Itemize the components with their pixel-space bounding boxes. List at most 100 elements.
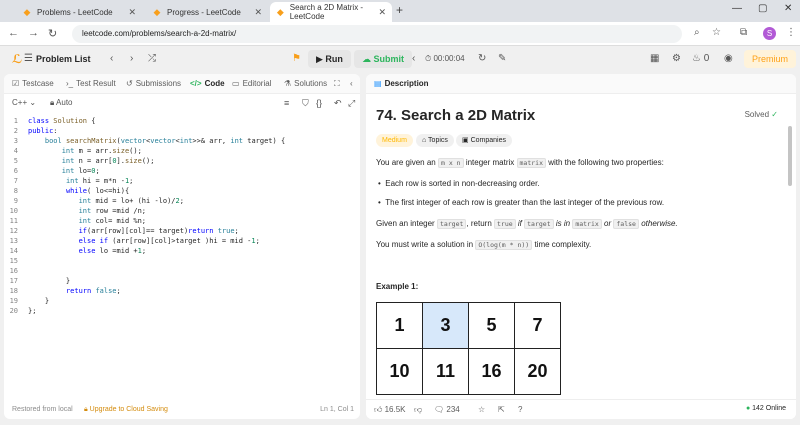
browser-tab-search-matrix[interactable]: ◆ Search a 2D Matrix - LeetCode ✕ <box>270 2 392 22</box>
code-line[interactable]: 20}; <box>4 306 360 316</box>
code-line[interactable]: 12 if(arr[row][col]== target)return true… <box>4 226 360 236</box>
language-select[interactable]: C++ ⌄ <box>12 98 36 107</box>
reset-timer-icon[interactable]: ↻ <box>478 53 486 64</box>
bookmark-star-icon[interactable]: ☆ <box>712 27 721 38</box>
dislike-button[interactable]: 👎︎ <box>414 405 422 415</box>
code-line[interactable]: 15 <box>4 256 360 266</box>
code-text: bool searchMatrix(vector<vector<int>>& a… <box>44 137 286 145</box>
description-panel: ▤ Description 74. Search a 2D Matrix Solv… <box>366 74 796 419</box>
settings-gear-icon[interactable]: ⚙ <box>672 53 681 64</box>
tab-testcase[interactable]: ☑ Testcase <box>12 79 54 88</box>
next-problem-icon[interactable]: › <box>130 53 133 64</box>
timer[interactable]: ⏱ 00:00:04 <box>425 54 465 64</box>
code-line[interactable]: 6 int lo=0; <box>4 166 360 176</box>
description-paragraph-1: You are given an m x n integer matrix ma… <box>376 158 664 168</box>
tab-solutions[interactable]: ⚗ Solutions <box>284 79 327 88</box>
debug-icon[interactable]: ⚑ <box>292 53 301 64</box>
code-line[interactable]: 4 int m = arr.size(); <box>4 146 360 156</box>
code-line[interactable]: 18 return false; <box>4 286 360 296</box>
user-avatar-icon[interactable]: ◉ <box>724 53 733 64</box>
close-window-icon[interactable]: ✕ <box>784 3 792 14</box>
leetcode-favicon-icon: ◆ <box>276 7 284 17</box>
minimize-icon[interactable]: — <box>732 3 742 14</box>
code-text: }; <box>28 307 37 315</box>
tab-submissions[interactable]: ↺ Submissions <box>126 79 181 88</box>
zoom-icon[interactable]: ⌕ <box>694 27 700 38</box>
maximize-icon[interactable]: ▢ <box>758 3 767 14</box>
help-icon[interactable]: ? <box>518 405 522 414</box>
expand-icon[interactable]: ⛶ <box>334 79 340 89</box>
extensions-icon[interactable]: ⧉ <box>740 27 747 38</box>
auto-mode-toggle[interactable]: 🔒︎ Auto <box>50 98 73 108</box>
profile-avatar[interactable]: S <box>763 27 776 40</box>
code-line[interactable]: 3 bool searchMatrix(vector<vector<int>>&… <box>4 136 360 146</box>
code-line[interactable]: 8 while( lo<=hi){ <box>4 186 360 196</box>
bookmark-icon[interactable]: ⛉ <box>302 98 309 109</box>
description-scrollbar[interactable] <box>788 126 792 186</box>
code-text: int mid = lo+ (hi -lo)/2; <box>78 197 184 205</box>
url-field[interactable]: leetcode.com/problems/search-a-2d-matrix… <box>72 25 682 43</box>
browser-tab-progress[interactable]: ◆ Progress - LeetCode ✕ <box>146 2 268 22</box>
tab-description[interactable]: ▤ Description <box>374 79 429 88</box>
topics-tag[interactable]: ⌂ Topics <box>416 134 454 147</box>
upgrade-cloud-link[interactable]: 🔒︎ Upgrade to Cloud Saving <box>84 406 168 414</box>
code-line[interactable]: 1 class Solution { <box>4 116 360 126</box>
new-tab-icon[interactable]: + <box>396 3 403 17</box>
submit-button[interactable]: ☁ Submit <box>354 50 413 68</box>
browser-tab-problems[interactable]: ◆ Problems - LeetCode ✕ <box>16 2 142 22</box>
tab-test-result[interactable]: ›_ Test Result <box>66 79 116 88</box>
close-tab-icon[interactable]: ✕ <box>254 7 262 18</box>
code-line[interactable]: 9 int mid = lo+ (hi -lo)/2; <box>4 196 360 206</box>
code-line[interactable]: 17 } <box>4 276 360 286</box>
code-line[interactable]: 16 <box>4 266 360 276</box>
line-number: 16 <box>9 267 18 275</box>
code-text: int row =mid /n; <box>78 207 147 215</box>
code-line[interactable]: 19 } <box>4 296 360 306</box>
reload-icon[interactable]: ↻ <box>48 27 57 40</box>
undo-icon[interactable]: ↶ <box>334 98 342 109</box>
code-line[interactable]: 13 else if (arr[row][col]>target )hi = m… <box>4 236 360 246</box>
code-line[interactable]: 5 int n = arr[0].size(); <box>4 156 360 166</box>
line-number: 14 <box>9 247 18 255</box>
format-icon[interactable]: ≡ <box>284 98 289 108</box>
check-circle-icon: ✓ <box>771 110 778 119</box>
code-line[interactable]: 10 int row =mid /n; <box>4 206 360 216</box>
close-tab-icon[interactable]: ✕ <box>378 7 386 18</box>
run-button[interactable]: ▶ Run <box>308 50 351 68</box>
close-tab-icon[interactable]: ✕ <box>128 7 136 18</box>
example-heading: Example 1: <box>376 282 419 291</box>
tab-code[interactable]: </> Code <box>190 79 225 88</box>
share-icon[interactable]: ⇱ <box>498 405 505 414</box>
code-line[interactable]: 14 else lo =mid +1; <box>4 246 360 256</box>
problem-list-link[interactable]: Problem List <box>36 54 91 64</box>
like-button[interactable]: 👍︎ 16.5K <box>374 405 406 415</box>
premium-button[interactable]: Premium <box>744 50 797 68</box>
leetcode-logo-icon[interactable]: ℒ <box>12 52 22 66</box>
thumbs-down-icon: 👎︎ <box>414 405 423 414</box>
streak-fire-icon[interactable]: ♨ 0 <box>692 53 709 64</box>
code-line[interactable]: 7 int hi = m*n -1; <box>4 176 360 186</box>
browser-menu-icon[interactable]: ⋮ <box>786 27 796 38</box>
collapse-icon[interactable]: ‹ <box>350 79 353 88</box>
back-icon[interactable]: ← <box>8 27 19 39</box>
line-number: 18 <box>9 287 18 295</box>
code-area[interactable]: 1 class Solution {2 public: 3 bool searchMa… <box>4 116 360 316</box>
shuffle-icon[interactable]: ⤮ <box>148 53 156 64</box>
layout-icon[interactable]: ▦ <box>650 53 659 64</box>
notes-icon[interactable]: ✎ <box>498 53 506 64</box>
favorite-star-icon[interactable]: ☆ <box>478 405 485 414</box>
comments-button[interactable]: 🗨︎ 234 <box>434 405 460 414</box>
tab-editorial[interactable]: ▭ Editorial <box>232 79 271 88</box>
timer-collapse-icon[interactable]: ‹ <box>412 53 415 64</box>
code-line[interactable]: 2 public: <box>4 126 360 136</box>
code-line[interactable]: 11 int col= mid %n; <box>4 216 360 226</box>
braces-icon[interactable]: {} <box>316 98 322 108</box>
code-text: else if (arr[row][col]>target )hi = mid … <box>78 237 260 245</box>
fullscreen-icon[interactable]: ⤢ <box>348 98 355 109</box>
code-text: public: <box>28 127 58 135</box>
forward-icon[interactable]: → <box>28 27 39 39</box>
companies-tag[interactable]: ▣ Companies <box>456 134 512 147</box>
history-icon: ↺ <box>126 79 133 88</box>
difficulty-badge[interactable]: Medium <box>376 134 413 147</box>
prev-problem-icon[interactable]: ‹ <box>110 53 113 64</box>
